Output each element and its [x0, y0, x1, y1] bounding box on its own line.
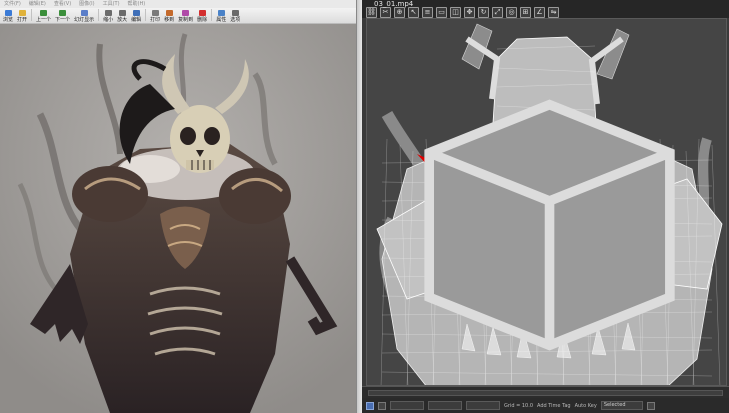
toolbar-button-label: 选项	[230, 17, 241, 23]
toolbar-button-label: 删除	[197, 17, 208, 23]
open-folder-icon	[18, 10, 26, 16]
perspective-viewport[interactable]	[366, 18, 727, 386]
reference-icon[interactable]: ◎	[506, 6, 517, 18]
toolbar-button-label: 幻灯显示	[74, 17, 95, 23]
concept-art-image	[0, 24, 362, 413]
viewer-toolbar: 浏览 打开 上一个 下一个 幻灯显示 缩小 放大 编辑 打印 移到 复制到 删除 属性 选项	[0, 8, 362, 24]
snap-icon[interactable]: ⊞	[520, 6, 531, 18]
angle-snap-icon[interactable]: ∠	[534, 6, 545, 18]
zoom-out-icon	[104, 10, 112, 16]
options-button[interactable]: 选项	[228, 7, 242, 23]
toolbar-button-label: 下一个	[55, 17, 71, 23]
max-main-toolbar: 03_01.mp4 ⛓ ✂ ⊕ ↖ ≡ ▭ ◫ ✥ ↻ ⤢ ◎ ⊞ ∠ ⇋	[362, 0, 729, 18]
move-icon[interactable]: ✥	[464, 6, 475, 18]
add-time-tag-button[interactable]: Add Time Tag	[537, 403, 571, 409]
image-viewer-window: 文件(F) 编辑(E) 查看(V) 图像(I) 工具(T) 帮助(H) 浏览 打开…	[0, 0, 362, 413]
slideshow-button[interactable]: 幻灯显示	[72, 7, 96, 23]
options-icon	[231, 10, 239, 16]
toolbar-separator	[211, 9, 213, 21]
previous-button[interactable]: 上一个	[34, 7, 53, 23]
mirror-icon[interactable]: ⇋	[548, 6, 559, 18]
viewcube-icon[interactable]	[366, 29, 718, 386]
key-mode-icon[interactable]	[366, 401, 374, 410]
scale-icon[interactable]: ⤢	[492, 6, 503, 18]
lock-selection-icon[interactable]	[378, 401, 386, 410]
next-icon	[59, 10, 67, 16]
toolbar-separator	[98, 9, 100, 21]
toolbar-separator	[31, 9, 33, 21]
select-by-name-icon[interactable]: ≡	[422, 6, 433, 18]
zoom-in-icon	[118, 10, 126, 16]
bind-icon[interactable]: ⊕	[394, 6, 405, 18]
properties-button[interactable]: 属性	[214, 7, 228, 23]
timeline-track[interactable]	[368, 390, 723, 396]
toolbar-button-label: 浏览	[3, 17, 14, 23]
toolbar-separator	[145, 9, 147, 21]
unlink-icon[interactable]: ✂	[380, 6, 391, 18]
edit-button[interactable]: 编辑	[129, 7, 143, 23]
key-filters-icon[interactable]	[646, 401, 655, 410]
zoom-in-button[interactable]: 放大	[115, 7, 129, 23]
move-to-icon	[165, 10, 173, 16]
move-to-button[interactable]: 移到	[162, 7, 176, 23]
next-button[interactable]: 下一个	[53, 7, 72, 23]
zoom-out-button[interactable]: 缩小	[101, 7, 115, 23]
y-coord-field[interactable]	[428, 401, 462, 410]
video-title: 03_01.mp4	[374, 0, 414, 8]
toolbar-button-label: 复制到	[178, 17, 194, 23]
edit-icon	[132, 10, 140, 16]
toolbar-button-label: 打开	[17, 17, 28, 23]
x-coord-field[interactable]	[390, 401, 424, 410]
browse-button[interactable]: 浏览	[1, 7, 15, 23]
link-icon[interactable]: ⛓	[366, 6, 377, 18]
select-icon[interactable]: ↖	[408, 6, 419, 18]
toolbar-button-label: 缩小	[103, 17, 114, 23]
copy-to-icon	[182, 10, 190, 16]
print-button[interactable]: 打印	[148, 7, 162, 23]
status-bar: Grid = 10.0 Add Time Tag Auto Key Select…	[362, 398, 729, 413]
timeline[interactable]	[362, 386, 729, 398]
delete-icon	[198, 10, 206, 16]
slideshow-icon	[80, 10, 88, 16]
toolbar-button-label: 上一个	[36, 17, 52, 23]
toolbar-button-label: 打印	[150, 17, 161, 23]
auto-key-button[interactable]: Auto Key	[575, 403, 597, 409]
screen: 文件(F) 编辑(E) 查看(V) 图像(I) 工具(T) 帮助(H) 浏览 打开…	[0, 0, 729, 413]
rotate-icon[interactable]: ↻	[478, 6, 489, 18]
toolbar-button-label: 编辑	[131, 17, 142, 23]
grid-size-label: Grid = 10.0	[504, 402, 533, 409]
selected-dropdown[interactable]: Selected	[600, 401, 643, 410]
toolbar-button-label: 放大	[117, 17, 128, 23]
3d-modeling-window: 03_01.mp4 ⛓ ✂ ⊕ ↖ ≡ ▭ ◫ ✥ ↻ ⤢ ◎ ⊞ ∠ ⇋ Gr…	[362, 0, 729, 413]
properties-icon	[217, 10, 225, 16]
delete-button[interactable]: 删除	[195, 7, 209, 23]
skeleton-warrior-painting	[0, 24, 362, 413]
window-crossing-icon[interactable]: ◫	[450, 6, 461, 18]
z-coord-field[interactable]	[466, 401, 500, 410]
rect-select-icon[interactable]: ▭	[436, 6, 447, 18]
toolbar-button-label: 移到	[164, 17, 175, 23]
copy-to-button[interactable]: 复制到	[176, 7, 195, 23]
previous-icon	[40, 10, 48, 16]
print-icon	[151, 10, 159, 16]
browse-icon	[4, 10, 12, 16]
open-folder-button[interactable]: 打开	[15, 7, 29, 23]
toolbar-button-label: 属性	[216, 17, 227, 23]
